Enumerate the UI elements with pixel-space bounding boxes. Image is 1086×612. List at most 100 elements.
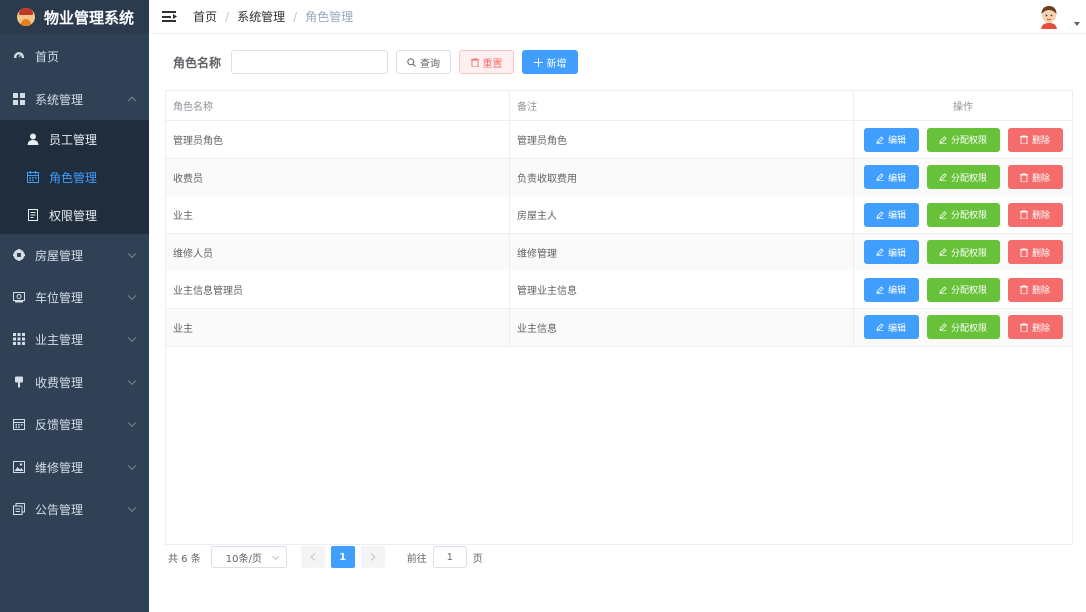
- assign-permissions-button-label: 分配权限: [950, 323, 987, 334]
- pagination-total: 共 6 条: [168, 553, 201, 565]
- reset-button-label: 重置: [482, 58, 503, 70]
- edit-icon: [876, 285, 884, 294]
- delete-button-label: 删除: [1031, 323, 1050, 334]
- table-header: 角色名称 备注 操作: [166, 91, 1072, 121]
- goblet-icon: [13, 376, 25, 388]
- picture-icon: [13, 461, 25, 473]
- edit-icon: [939, 248, 947, 256]
- delete-button-label: 删除: [1031, 286, 1050, 296]
- delete-button[interactable]: 删除: [1007, 277, 1063, 302]
- menu-toggle-icon[interactable]: [162, 11, 177, 22]
- page-size-value: 10条/页: [225, 553, 262, 565]
- edit-icon: [876, 135, 884, 144]
- assign-permissions-button-label: 分配权限: [950, 136, 987, 146]
- delete-button[interactable]: 删除: [1007, 127, 1063, 152]
- apps-icon: [13, 333, 25, 345]
- breadcrumb-home[interactable]: 首页: [193, 8, 217, 25]
- edit-icon: [876, 173, 884, 181]
- edit-button[interactable]: 编辑: [863, 240, 919, 264]
- cell-role-name: 业主信息管理员: [166, 271, 510, 308]
- cell-actions: 编辑 分配权限 删除: [854, 159, 1072, 196]
- cell-role-name: 管理员角色: [166, 121, 510, 158]
- delete-icon: [1019, 210, 1028, 219]
- sidebar-item-housing[interactable]: 房屋管理: [0, 235, 149, 275]
- cell-actions: 编辑 分配权限 删除: [854, 196, 1072, 233]
- search-icon: [407, 57, 416, 67]
- add-button[interactable]: 新增: [522, 50, 579, 74]
- delete-button[interactable]: 删除: [1007, 202, 1063, 227]
- sidebar-item-announcements[interactable]: 公告管理: [0, 489, 149, 529]
- app-title: 物业管理系统: [44, 8, 135, 27]
- assign-permissions-button[interactable]: 分配权限: [926, 127, 1000, 152]
- sidebar-item-roles[interactable]: 角色管理: [0, 158, 149, 196]
- goto-label: 前往: [406, 553, 427, 565]
- cell-actions: 编辑 分配权限 删除: [854, 309, 1072, 346]
- assign-permissions-button[interactable]: 分配权限: [926, 202, 1000, 227]
- edit-button-label: 编辑: [887, 323, 906, 334]
- edit-button-label: 编辑: [887, 136, 906, 146]
- delete-button-label: 删除: [1031, 211, 1050, 221]
- delete-icon: [1019, 135, 1028, 144]
- column-header-remark: 备注: [510, 91, 854, 120]
- submenu-item-label: 角色管理: [49, 170, 98, 185]
- delete-button[interactable]: 删除: [1007, 315, 1063, 339]
- header: 首页 / 系统管理 / 角色管理: [149, 0, 1086, 34]
- next-page-button[interactable]: [360, 546, 385, 568]
- delete-button-label: 删除: [1031, 136, 1050, 146]
- user-avatar-icon[interactable]: [1038, 5, 1060, 29]
- sidebar-item-permissions[interactable]: 权限管理: [0, 196, 149, 234]
- caret-down-icon[interactable]: [1074, 22, 1080, 26]
- assign-permissions-button[interactable]: 分配权限: [926, 277, 1000, 302]
- sidebar-item-feedback[interactable]: 反馈管理: [0, 404, 149, 444]
- delete-button[interactable]: 删除: [1007, 165, 1063, 189]
- submenu-item-label: 员工管理: [49, 132, 98, 147]
- prev-page-button[interactable]: [300, 546, 325, 568]
- delete-button[interactable]: 删除: [1007, 240, 1063, 264]
- edit-button[interactable]: 编辑: [863, 315, 919, 339]
- delete-button-label: 删除: [1031, 173, 1050, 184]
- grid-icon: [13, 93, 25, 105]
- table-row: 业主 业主信息 编辑 分配权限 删除: [166, 308, 1072, 347]
- sidebar: 物业管理系统 首页 系统管理 员工管理 角色管理 权限管理 房屋管理 车位管理 …: [0, 0, 149, 612]
- edit-button[interactable]: 编辑: [863, 127, 919, 152]
- edit-icon: [876, 248, 884, 256]
- sidebar-item-charges[interactable]: 收费管理: [0, 362, 149, 402]
- page-number-button[interactable]: 1: [330, 546, 355, 568]
- edit-button[interactable]: 编辑: [863, 277, 919, 302]
- sidebar-item-system[interactable]: 系统管理: [0, 79, 149, 119]
- reset-button[interactable]: 重置: [459, 50, 515, 74]
- breadcrumb-system[interactable]: 系统管理: [237, 8, 285, 25]
- pagination: 共 6 条 10条/页 1 前往 页: [168, 546, 483, 568]
- assign-permissions-button[interactable]: 分配权限: [926, 240, 1000, 264]
- sidebar-item-parking[interactable]: 车位管理: [0, 277, 149, 317]
- assign-permissions-button-label: 分配权限: [950, 173, 987, 184]
- table-row: 业主信息管理员 管理业主信息 编辑 分配权限 删除: [166, 271, 1072, 309]
- edit-icon: [876, 323, 884, 331]
- sidebar-item-employees[interactable]: 员工管理: [0, 120, 149, 158]
- edit-button-label: 编辑: [887, 248, 906, 259]
- roles-table: 角色名称 备注 操作 管理员角色 管理员角色 编辑 分配权限 删除 收费员 负责收取费用 编辑…: [165, 90, 1073, 545]
- edit-button-label: 编辑: [887, 286, 906, 296]
- query-button[interactable]: 查询: [396, 50, 452, 74]
- chevron-left-icon: [309, 553, 316, 561]
- page-size-select[interactable]: 10条/页: [210, 546, 287, 568]
- cell-actions: 编辑 分配权限 删除: [854, 271, 1072, 308]
- table-row: 管理员角色 管理员角色 编辑 分配权限 删除: [166, 121, 1072, 159]
- assign-permissions-button[interactable]: 分配权限: [926, 315, 1000, 339]
- role-name-input[interactable]: [231, 50, 389, 74]
- submenu-system: 员工管理 角色管理 权限管理: [0, 120, 149, 234]
- sidebar-item-repairs[interactable]: 维修管理: [0, 447, 149, 487]
- column-header-role-name: 角色名称: [166, 91, 510, 120]
- cell-role-name: 维修人员: [166, 233, 510, 271]
- assign-permissions-button[interactable]: 分配权限: [926, 165, 1000, 189]
- goto-page-input[interactable]: [432, 546, 467, 568]
- cell-role-name: 业主: [166, 196, 510, 233]
- breadcrumb-separator: /: [225, 9, 230, 24]
- chevron-down-icon: [271, 552, 279, 561]
- edit-button[interactable]: 编辑: [863, 202, 919, 227]
- sidebar-item-home[interactable]: 首页: [0, 36, 149, 76]
- edit-button[interactable]: 编辑: [863, 165, 919, 189]
- edit-button-label: 编辑: [887, 173, 906, 184]
- sidebar-item-owners[interactable]: 业主管理: [0, 319, 149, 359]
- table-row: 业主 房屋主人 编辑 分配权限 删除: [166, 196, 1072, 234]
